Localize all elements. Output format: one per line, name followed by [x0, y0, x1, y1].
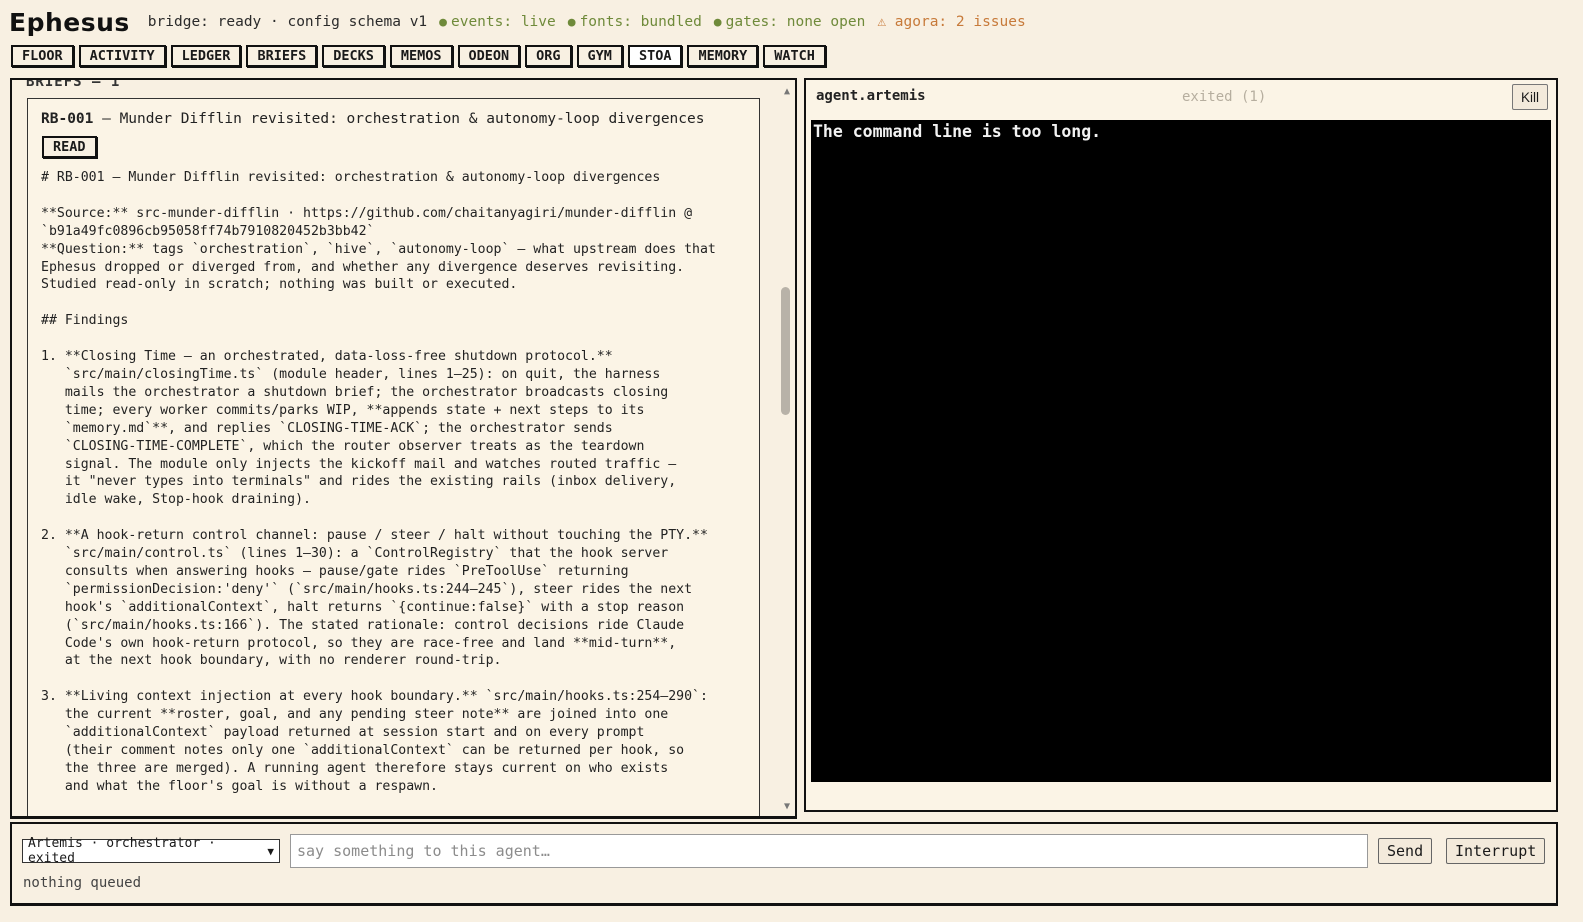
agent-name: agent.artemis [816, 88, 926, 104]
agent-select-value: Artemis · orchestrator · exited [28, 836, 216, 866]
tab-memory[interactable]: MEMORY [687, 45, 759, 67]
status-dot-icon: ● [713, 15, 722, 30]
agent-terminal[interactable]: The command line is too long. [811, 120, 1551, 782]
scroll-thumb[interactable] [781, 287, 790, 415]
brief-heading: RB-001 — Munder Difflin revisited: orche… [41, 111, 704, 127]
tab-ledger[interactable]: LEDGER [170, 45, 242, 67]
message-input[interactable] [290, 834, 1368, 868]
briefs-scrollbar[interactable]: ▲ ▼ [777, 80, 795, 816]
app-header: Ephesus bridge: ready · config schema v1… [9, 4, 1026, 40]
brief-body: # RB-001 — Munder Difflin revisited: orc… [41, 170, 716, 794]
status-dot-icon: ● [439, 15, 447, 30]
tab-org[interactable]: ORG [525, 45, 572, 67]
read-button[interactable]: READ [42, 136, 97, 158]
status-bar: bridge: ready · config schema v1 ● events… [148, 14, 1026, 30]
chevron-down-icon: ▼ [267, 844, 274, 858]
composer: Artemis · orchestrator · exited ▼ Send I… [10, 822, 1558, 906]
briefs-panel: BRIEFS — 1 RB-001 — Munder Difflin revis… [10, 78, 797, 819]
tab-stoa[interactable]: STOA [627, 45, 683, 67]
tab-watch[interactable]: WATCH [763, 45, 826, 67]
tab-floor[interactable]: FLOOR [11, 45, 74, 67]
briefs-section-title: BRIEFS — 1 [26, 78, 121, 90]
scroll-up-icon[interactable]: ▲ [784, 86, 790, 97]
scroll-down-icon[interactable]: ▼ [784, 801, 790, 812]
agent-state: exited (1) [1182, 89, 1267, 105]
main-nav: FLOOR ACTIVITY LEDGER BRIEFS DECKS MEMOS… [11, 45, 831, 67]
bridge-status: bridge: ready · config schema v1 [147, 14, 428, 30]
kill-button[interactable]: Kill [1511, 84, 1548, 110]
brief-card: RB-001 — Munder Difflin revisited: orche… [27, 98, 760, 816]
queue-status: nothing queued [23, 875, 142, 891]
tab-briefs[interactable]: BRIEFS [246, 45, 318, 67]
tab-activity[interactable]: ACTIVITY [78, 45, 166, 67]
agora-issues-link[interactable]: ⚠ agora: 2 issues [877, 14, 1025, 30]
agent-select[interactable]: Artemis · orchestrator · exited ▼ [22, 836, 280, 866]
gates-status: ● gates: none open [713, 14, 866, 30]
interrupt-button[interactable]: Interrupt [1446, 838, 1546, 864]
tab-gym[interactable]: GYM [576, 45, 623, 67]
brief-title: — Munder Difflin revisited: orchestratio… [93, 111, 705, 127]
brief-id: RB-001 [41, 111, 94, 127]
events-status: ● events: live [439, 14, 556, 30]
app-logo: Ephesus [9, 7, 130, 37]
status-dot-icon: ● [567, 15, 576, 30]
send-button[interactable]: Send [1378, 838, 1433, 864]
tab-memos[interactable]: MEMOS [389, 45, 453, 67]
fonts-status: ● fonts: bundled [567, 14, 702, 30]
tab-odeon[interactable]: ODEON [457, 45, 521, 67]
agent-panel: agent.artemis exited (1) Kill The comman… [804, 78, 1558, 812]
tab-decks[interactable]: DECKS [322, 45, 385, 67]
